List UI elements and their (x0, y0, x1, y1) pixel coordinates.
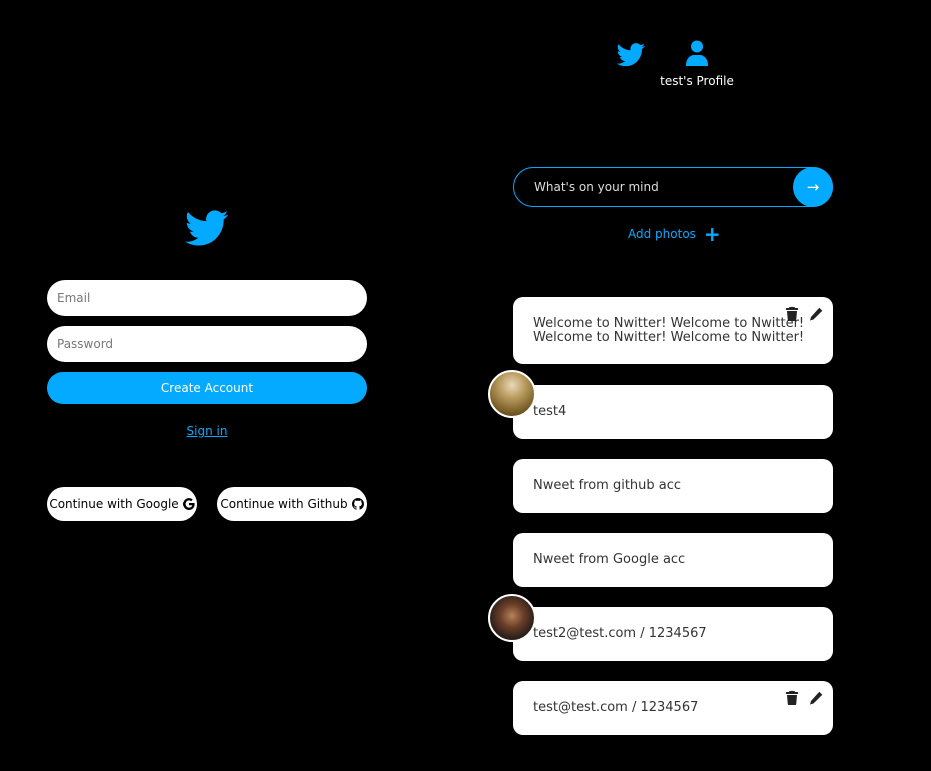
nweet-card: Nweet from github acc (513, 459, 833, 513)
email-input[interactable] (47, 280, 367, 316)
github-icon (351, 498, 364, 510)
nweet-card: test4 (513, 385, 833, 439)
nweet-attachment-image (488, 370, 536, 418)
plus-icon: + (703, 222, 721, 246)
pencil-icon[interactable] (809, 307, 823, 321)
nweet-text: test2@test.com / 1234567 (533, 626, 707, 641)
create-account-button[interactable]: Create Account (47, 372, 367, 404)
nweet-text: Nweet from github acc (533, 478, 682, 493)
user-icon (686, 40, 708, 66)
github-login-label: Continue with Github (220, 497, 348, 511)
nweet-text: test4 (533, 404, 567, 419)
nweet-card: test2@test.com / 1234567 (513, 607, 833, 661)
nweet-composer: → (513, 167, 833, 207)
trash-icon[interactable] (785, 307, 799, 321)
profile-nav-link[interactable]: test's Profile (660, 40, 734, 92)
google-icon (182, 498, 195, 510)
nweet-text: Welcome to Nwitter! Welcome to Nwitter! … (533, 316, 805, 345)
password-input[interactable] (47, 326, 367, 362)
nweet-input[interactable] (513, 167, 833, 207)
add-photos-label: Add photos (628, 227, 696, 241)
trash-icon[interactable] (785, 691, 799, 705)
sign-in-link[interactable]: Sign in (0, 424, 414, 438)
google-login-label: Continue with Google (49, 497, 179, 511)
nweet-card: Nweet from Google acc (513, 533, 833, 587)
nweet-text: Nweet from Google acc (533, 552, 686, 567)
pencil-icon[interactable] (809, 691, 823, 705)
nweet-attachment-image (488, 594, 536, 642)
nweet-actions (785, 691, 823, 705)
nweet-text: test@test.com / 1234567 (533, 700, 699, 715)
twitter-bird-icon (185, 210, 229, 246)
add-photos-button[interactable]: Add photos + (628, 222, 721, 246)
github-login-button[interactable]: Continue with Github (217, 487, 367, 521)
home-nav-link[interactable] (616, 43, 646, 67)
nweet-card: Welcome to Nwitter! Welcome to Nwitter! … (513, 297, 833, 364)
submit-nweet-button[interactable]: → (793, 167, 833, 207)
google-login-button[interactable]: Continue with Google (47, 487, 197, 521)
nweet-actions (785, 307, 823, 321)
profile-label: test's Profile (660, 74, 734, 88)
nweet-card: test@test.com / 1234567 (513, 681, 833, 735)
